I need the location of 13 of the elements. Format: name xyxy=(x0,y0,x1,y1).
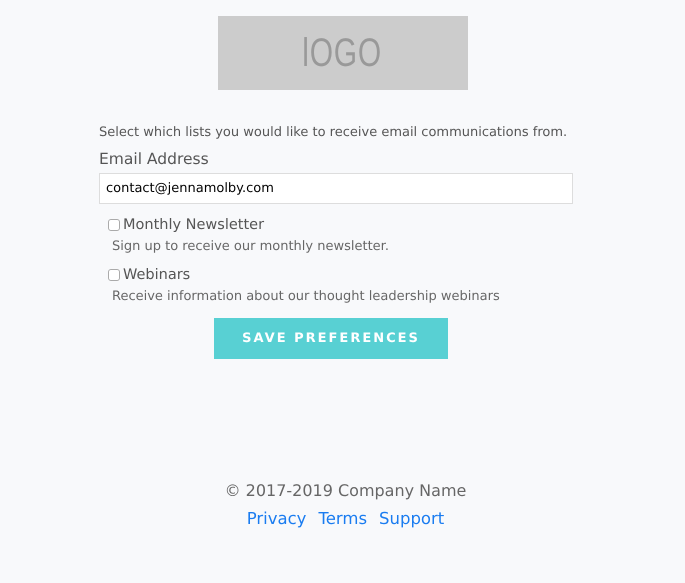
footer-link[interactable]: Support xyxy=(379,509,444,528)
intro-text: Select which lists you would like to receive email communications from. xyxy=(99,125,568,140)
option-label: Monthly Newsletter xyxy=(123,217,264,233)
option-description: Receive information about our thought leadership webinars xyxy=(112,289,501,304)
checkbox[interactable] xyxy=(108,219,120,231)
checkbox[interactable] xyxy=(108,269,120,281)
field-label: Email Address xyxy=(99,150,210,168)
option-description: Sign up to receive our monthly newsletter. xyxy=(112,239,390,254)
copyright-text: © 2017-2019 Company Name xyxy=(224,481,466,500)
email-field[interactable]: contact@jennamolby.com xyxy=(99,173,573,204)
option-label: Webinars xyxy=(123,267,190,283)
footer-link[interactable]: Privacy xyxy=(246,509,306,528)
footer-link[interactable]: Terms xyxy=(318,509,368,528)
